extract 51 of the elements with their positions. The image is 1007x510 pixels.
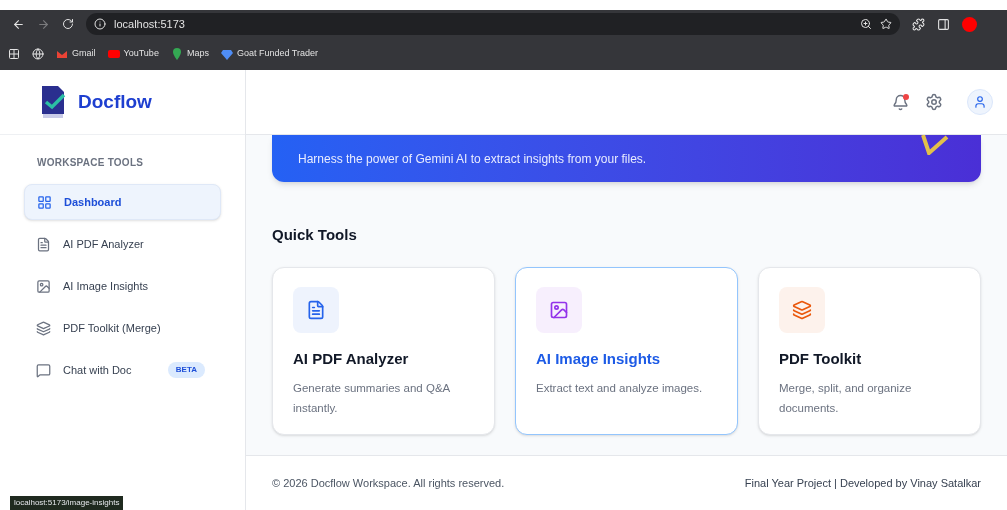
image-icon: [549, 299, 569, 320]
apps-icon[interactable]: [8, 48, 20, 60]
sidebar-item[interactable]: AI PDF Analyzer: [24, 226, 221, 262]
back-icon[interactable]: [12, 17, 25, 31]
card-description: Generate summaries and Q&A instantly.: [293, 381, 451, 416]
copyright-text: © 2026 Docflow Workspace. All rights reserved.: [272, 475, 505, 491]
beta-badge: BETA: [167, 362, 205, 378]
tool-card[interactable]: AI Image Insights Extract text and analyze images.: [515, 266, 738, 435]
section-heading: WORKSPACE TOOLS: [36, 156, 145, 170]
tool-card[interactable]: PDF Toolkit Merge, split, and organize documents.: [758, 266, 981, 435]
docflow-logo: [40, 86, 66, 114]
grid-icon: [37, 194, 52, 210]
sidebar-item[interactable]: Dashboard: [24, 184, 221, 220]
zoom-icon[interactable]: [860, 18, 872, 30]
settings-icon[interactable]: [925, 93, 943, 111]
profile-avatar[interactable]: [962, 16, 977, 32]
bookmark-link[interactable]: YouTube: [123, 47, 159, 61]
tool-card[interactable]: AI PDF Analyzer Generate summaries and Q&A instantly.: [272, 266, 495, 435]
sidebar-item[interactable]: AI Image Insights: [24, 268, 221, 304]
logo-strip-icon: [43, 114, 63, 118]
section-title: Quick Tools: [272, 225, 358, 245]
layers-icon: [36, 320, 51, 336]
bookmark-link[interactable]: Gmail: [72, 47, 96, 61]
address-bar[interactable]: localhost:5173: [86, 13, 900, 35]
globe-icon[interactable]: [32, 48, 44, 60]
card-title: AI Image Insights: [536, 348, 662, 369]
image-icon: [36, 278, 51, 294]
bookmark-link[interactable]: Maps: [186, 47, 209, 61]
document-icon: [306, 299, 326, 320]
sidebar-item[interactable]: PDF Toolkit (Merge): [24, 310, 221, 346]
reload-icon[interactable]: [62, 18, 74, 30]
card-description: Extract text and analyze images.: [536, 381, 704, 396]
card-description: Merge, split, and organize documents.: [779, 381, 913, 416]
layers-icon: [792, 299, 812, 320]
card-title: AI PDF Analyzer: [293, 348, 410, 369]
bookmark-link[interactable]: Goat Funded Trader: [236, 47, 318, 61]
brand-name: Docflow: [78, 89, 152, 114]
info-icon[interactable]: [94, 18, 106, 30]
extensions-icon[interactable]: [912, 17, 925, 31]
link-preview: localhost:5173/image-insights: [10, 496, 124, 510]
credit-text: Final Year Project | Developed by Vinay Satalkar: [744, 475, 981, 491]
chat-icon: [36, 362, 51, 378]
notification-button[interactable]: [892, 93, 909, 111]
banner-text: Harness the power of Gemini AI to extract insights from your files.: [298, 150, 647, 168]
sidebar-item[interactable]: Chat with Doc BETA: [24, 352, 221, 388]
bookmark-star-icon[interactable]: [880, 18, 892, 30]
card-title: PDF Toolkit: [779, 348, 863, 369]
document-icon: [36, 236, 51, 252]
side-panel-icon[interactable]: [937, 17, 950, 31]
user-avatar[interactable]: [967, 89, 993, 115]
bolt-icon: [921, 135, 951, 155]
